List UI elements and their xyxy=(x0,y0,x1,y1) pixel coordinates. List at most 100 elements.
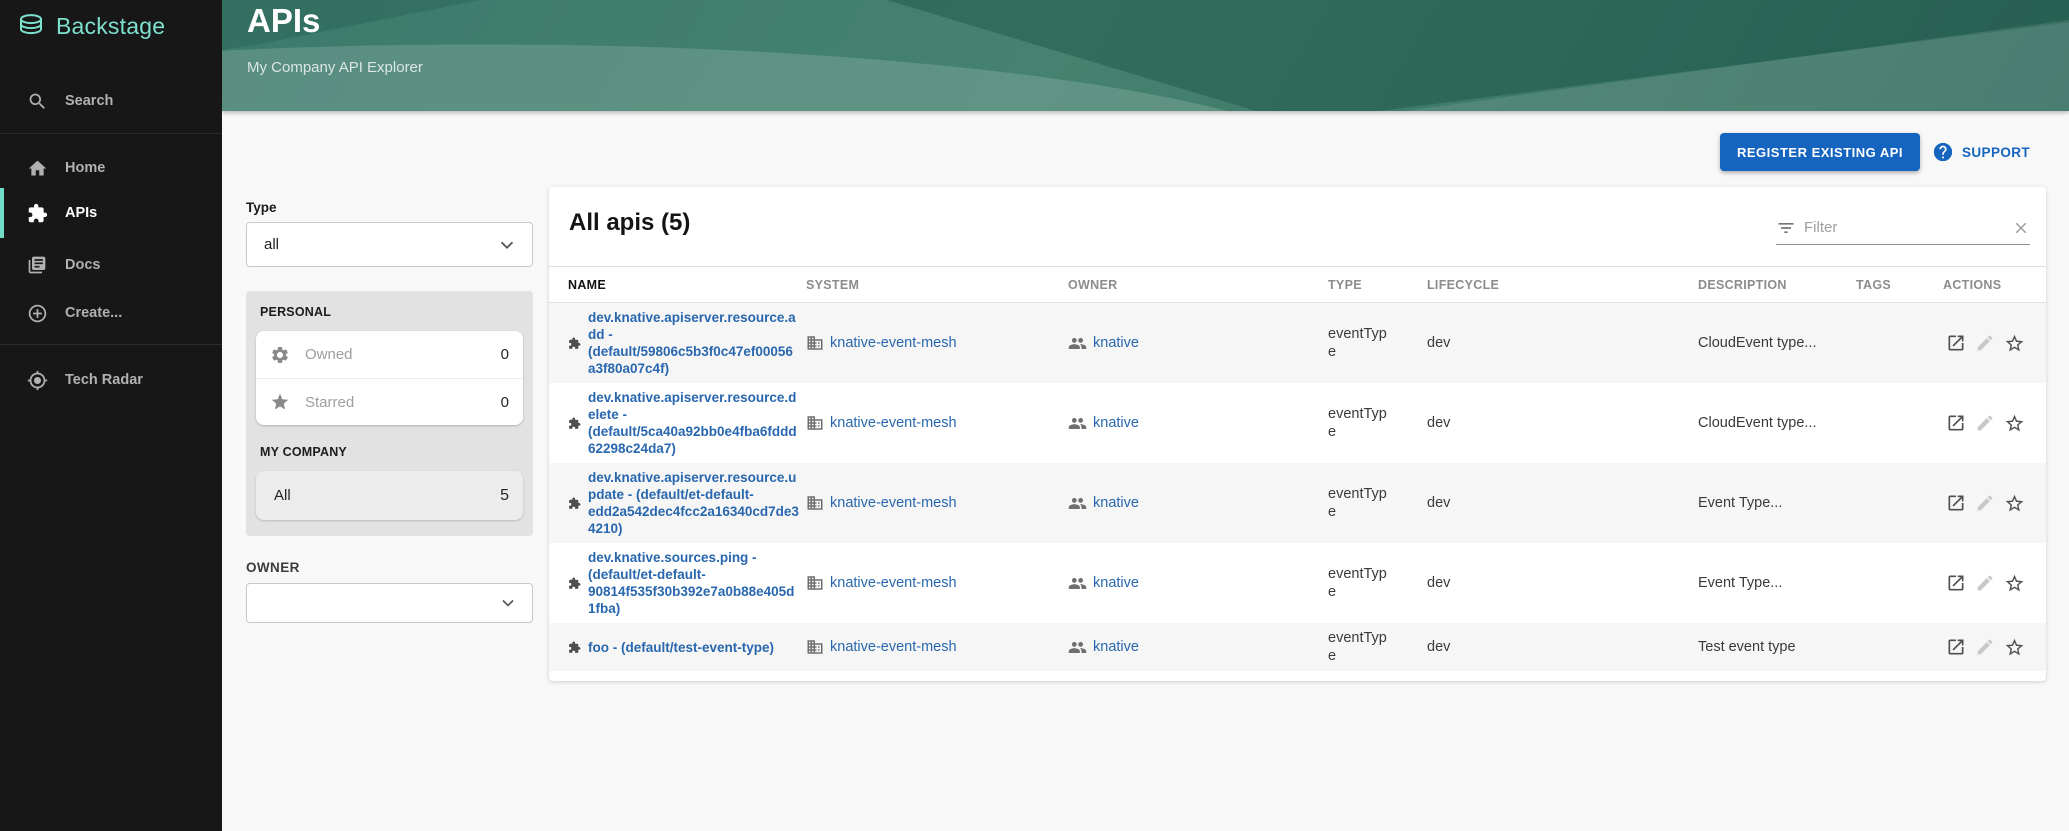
column-header-lifecycle[interactable]: LIFECYCLE xyxy=(1427,278,1698,292)
chevron-down-icon xyxy=(496,234,518,256)
api-name-link[interactable]: dev.knative.apiserver.resource.update - … xyxy=(588,469,800,537)
type-select-value: all xyxy=(264,236,496,253)
owner-link[interactable]: knative xyxy=(1093,495,1139,511)
column-header-tags[interactable]: TAGS xyxy=(1856,278,1943,292)
support-label: SUPPORT xyxy=(1962,145,2030,160)
edit-icon[interactable] xyxy=(1975,637,1995,657)
backstage-logo-text: Backstage xyxy=(56,13,165,40)
system-link[interactable]: knative-event-mesh xyxy=(830,575,957,591)
all-count: 5 xyxy=(500,487,509,505)
api-name-link[interactable]: dev.knative.apiserver.resource.add - (de… xyxy=(588,309,800,377)
edit-icon[interactable] xyxy=(1975,333,1995,353)
column-header-owner[interactable]: OWNER xyxy=(1068,278,1328,292)
sidebar-item-search[interactable]: Search xyxy=(0,81,222,121)
sidebar-item-create[interactable]: Create... xyxy=(0,293,222,333)
type-value: eventType xyxy=(1328,629,1392,665)
api-name-link[interactable]: dev.knative.sources.ping - (default/et-d… xyxy=(588,549,800,617)
sidebar-item-apis[interactable]: APIs xyxy=(0,193,222,233)
table-row: dev.knative.apiserver.resource.delete - … xyxy=(549,383,2046,463)
lifecycle-value: dev xyxy=(1427,495,1698,511)
backstage-logo[interactable]: Backstage xyxy=(16,11,165,41)
system-link[interactable]: knative-event-mesh xyxy=(830,335,957,351)
open-in-new-icon[interactable] xyxy=(1946,413,1966,433)
column-header-name[interactable]: NAME xyxy=(549,278,806,292)
edit-icon[interactable] xyxy=(1975,493,1995,513)
personal-section-header: PERSONAL xyxy=(256,305,523,319)
type-value: eventType xyxy=(1328,405,1392,441)
sidebar: Backstage Search Home APIs Docs Create..… xyxy=(0,0,222,831)
star-outline-icon[interactable] xyxy=(2004,637,2025,658)
group-icon xyxy=(1068,334,1087,353)
table-row: dev.knative.sources.ping - (default/et-d… xyxy=(549,543,2046,623)
description-value: Event Type... xyxy=(1698,495,1856,511)
sidebar-item-tech-radar[interactable]: Tech Radar xyxy=(0,360,222,400)
api-puzzle-icon xyxy=(568,337,581,350)
type-select[interactable]: all xyxy=(246,222,533,267)
owner-link[interactable]: knative xyxy=(1093,639,1139,655)
type-value: eventType xyxy=(1328,485,1392,521)
open-in-new-icon[interactable] xyxy=(1946,493,1966,513)
api-puzzle-icon xyxy=(568,577,581,590)
starred-filter-item[interactable]: Starred 0 xyxy=(256,378,523,425)
star-outline-icon[interactable] xyxy=(2004,413,2025,434)
table-filter-input[interactable] xyxy=(1804,219,2004,236)
description-value: CloudEvent type... xyxy=(1698,335,1856,351)
owner-link[interactable]: knative xyxy=(1093,415,1139,431)
table-row: dev.knative.apiserver.resource.update - … xyxy=(549,463,2046,543)
group-icon xyxy=(1068,574,1087,593)
table-title: All apis (5) xyxy=(569,209,690,237)
open-in-new-icon[interactable] xyxy=(1946,333,1966,353)
description-value: Test event type xyxy=(1698,639,1856,655)
system-link[interactable]: knative-event-mesh xyxy=(830,495,957,511)
system-building-icon xyxy=(806,334,824,352)
system-link[interactable]: knative-event-mesh xyxy=(830,639,957,655)
sidebar-item-home[interactable]: Home xyxy=(0,148,222,188)
starred-count: 0 xyxy=(501,394,509,411)
column-header-type[interactable]: TYPE xyxy=(1328,278,1427,292)
search-icon xyxy=(26,91,48,112)
api-name-link[interactable]: foo - (default/test-event-type) xyxy=(588,639,800,656)
group-icon xyxy=(1068,414,1087,433)
help-icon xyxy=(1932,141,1954,163)
group-icon xyxy=(1068,494,1087,513)
support-button[interactable]: SUPPORT xyxy=(1932,141,2030,163)
all-filter-item[interactable]: All 5 xyxy=(256,471,523,520)
sidebar-divider xyxy=(0,133,222,134)
clear-icon[interactable] xyxy=(2012,219,2030,237)
filter-list-icon xyxy=(1776,218,1796,238)
column-header-system[interactable]: SYSTEM xyxy=(806,278,1068,292)
lifecycle-value: dev xyxy=(1427,639,1698,655)
api-name-link[interactable]: dev.knative.apiserver.resource.delete - … xyxy=(588,389,800,457)
system-link[interactable]: knative-event-mesh xyxy=(830,415,957,431)
sidebar-item-docs[interactable]: Docs xyxy=(0,245,222,285)
owned-filter-label: Owned xyxy=(305,346,501,363)
register-existing-api-button[interactable]: REGISTER EXISTING API xyxy=(1720,133,1920,171)
owner-select[interactable] xyxy=(246,583,533,623)
edit-icon[interactable] xyxy=(1975,413,1995,433)
open-in-new-icon[interactable] xyxy=(1946,637,1966,657)
backstage-logo-icon xyxy=(16,11,46,41)
star-outline-icon[interactable] xyxy=(2004,573,2025,594)
api-puzzle-icon xyxy=(568,417,581,430)
sidebar-item-label: Search xyxy=(65,93,113,109)
system-building-icon xyxy=(806,414,824,432)
star-outline-icon[interactable] xyxy=(2004,493,2025,514)
tech-radar-icon xyxy=(26,370,48,391)
edit-icon[interactable] xyxy=(1975,573,1995,593)
starred-filter-label: Starred xyxy=(305,394,501,411)
column-header-description[interactable]: DESCRIPTION xyxy=(1698,278,1856,292)
owned-count: 0 xyxy=(501,346,509,363)
column-header-actions: ACTIONS xyxy=(1943,278,2046,292)
docs-icon xyxy=(26,255,48,275)
owner-link[interactable]: knative xyxy=(1093,575,1139,591)
home-icon xyxy=(26,158,48,179)
lifecycle-value: dev xyxy=(1427,575,1698,591)
open-in-new-icon[interactable] xyxy=(1946,573,1966,593)
create-plus-icon xyxy=(26,303,48,324)
type-value: eventType xyxy=(1328,325,1392,361)
owner-link[interactable]: knative xyxy=(1093,335,1139,351)
star-outline-icon[interactable] xyxy=(2004,333,2025,354)
api-puzzle-icon xyxy=(568,641,581,654)
sidebar-item-label: APIs xyxy=(65,205,97,221)
owned-filter-item[interactable]: Owned 0 xyxy=(256,331,523,378)
